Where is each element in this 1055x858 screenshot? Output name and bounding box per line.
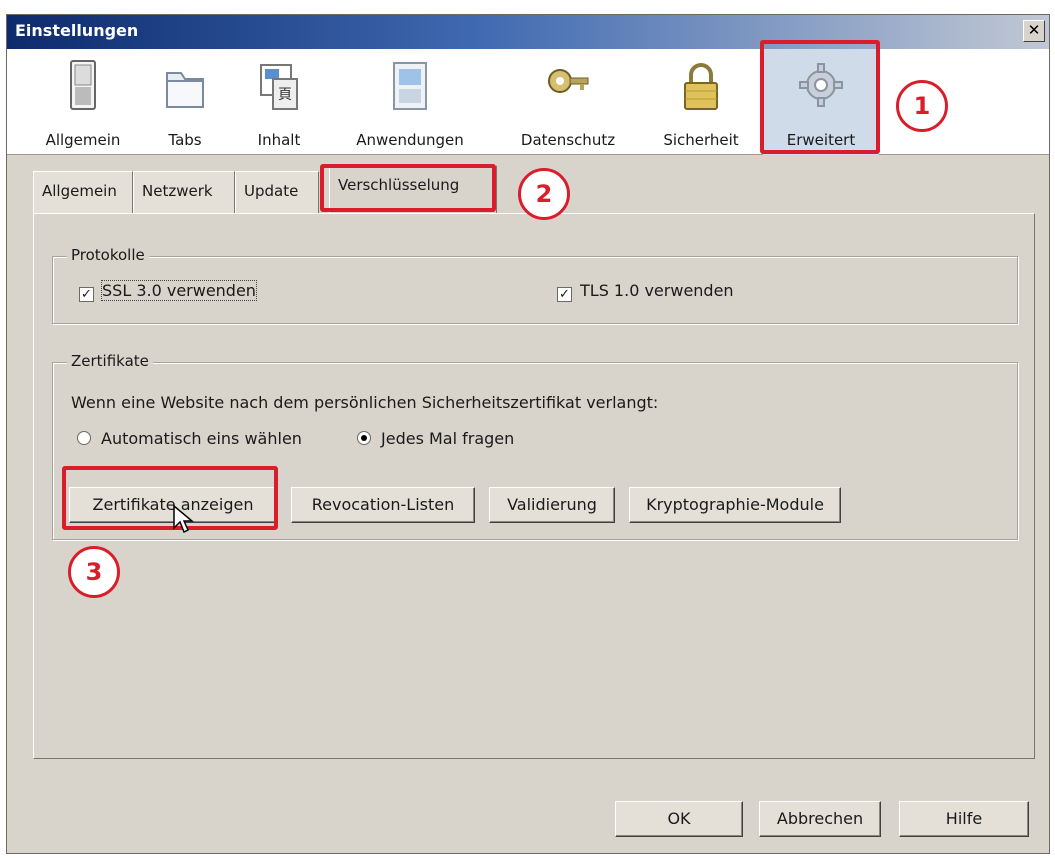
radio-auto-label: Automatisch eins wählen bbox=[101, 429, 302, 448]
step-marker-1: 1 bbox=[896, 80, 948, 132]
toolbar-item-anwendungen[interactable]: Anwendungen bbox=[345, 49, 475, 155]
content-icon: 頁 bbox=[260, 64, 298, 110]
crypto-modules-button[interactable]: Kryptographie-Module bbox=[629, 487, 841, 523]
window-title: Einstellungen bbox=[15, 21, 139, 40]
tab-allgemein[interactable]: Allgemein bbox=[33, 171, 133, 215]
certificates-legend: Zertifikate bbox=[67, 352, 153, 370]
key-icon bbox=[548, 69, 589, 93]
toolbar-item-datenschutz[interactable]: Datenschutz bbox=[509, 49, 627, 155]
svg-text:頁: 頁 bbox=[278, 87, 292, 103]
tab-update[interactable]: Update bbox=[235, 171, 319, 215]
cancel-button[interactable]: Abbrechen bbox=[759, 801, 881, 837]
highlight-box-erweitert bbox=[760, 40, 880, 154]
title-bar[interactable]: Einstellungen ✕ bbox=[7, 15, 1049, 49]
tls-label: TLS 1.0 verwenden bbox=[580, 281, 734, 300]
ssl-checkbox[interactable]: ✓ SSL 3.0 verwenden bbox=[79, 280, 257, 302]
radio-ask-every-time[interactable]: Jedes Mal fragen bbox=[357, 429, 514, 448]
step-marker-3: 3 bbox=[68, 546, 120, 598]
radio-ask-label: Jedes Mal fragen bbox=[381, 429, 515, 448]
toolbar-item-allgemein[interactable]: Allgemein bbox=[39, 49, 127, 155]
protocols-group: Protokolle ✓ SSL 3.0 verwenden ✓ TLS 1.0 v… bbox=[52, 246, 1018, 324]
toolbar-item-tabs[interactable]: Tabs bbox=[145, 49, 225, 155]
certificate-prompt: Wenn eine Website nach dem persönlichen … bbox=[71, 393, 659, 412]
validation-button[interactable]: Validierung bbox=[489, 487, 615, 523]
toolbar-item-sicherheit[interactable]: Sicherheit bbox=[649, 49, 753, 155]
switch-icon bbox=[70, 60, 96, 110]
radio-dot-selected bbox=[357, 431, 371, 445]
toolbar-label: Inhalt bbox=[257, 131, 301, 149]
toolbar-item-inhalt[interactable]: 頁 Inhalt bbox=[239, 49, 319, 155]
revocation-lists-button[interactable]: Revocation-Listen bbox=[291, 487, 475, 523]
tab-netzwerk[interactable]: Netzwerk bbox=[133, 171, 235, 215]
radio-dot bbox=[77, 431, 91, 445]
ssl-label: SSL 3.0 verwenden bbox=[101, 280, 257, 301]
step-marker-2: 2 bbox=[518, 168, 570, 220]
checkbox-box: ✓ bbox=[79, 287, 94, 302]
checkbox-box: ✓ bbox=[557, 287, 572, 302]
lock-icon bbox=[684, 63, 718, 110]
protocols-legend: Protokolle bbox=[67, 246, 149, 264]
tls-checkbox[interactable]: ✓ TLS 1.0 verwenden bbox=[557, 281, 734, 302]
toolbar-label: Allgemein bbox=[45, 131, 121, 149]
toolbar-label: Sicherheit bbox=[663, 131, 739, 149]
toolbar-label: Anwendungen bbox=[356, 131, 464, 149]
preferences-toolbar: Allgemein Tabs 頁 Inhalt Anwendungen Date… bbox=[7, 49, 1049, 155]
close-button[interactable]: ✕ bbox=[1023, 20, 1045, 42]
applications-icon bbox=[393, 62, 427, 110]
toolbar-label: Datenschutz bbox=[520, 131, 616, 149]
help-button[interactable]: Hilfe bbox=[899, 801, 1029, 837]
ok-button[interactable]: OK bbox=[615, 801, 743, 837]
highlight-box-certificates-button bbox=[62, 466, 278, 530]
folder-icon bbox=[166, 72, 204, 108]
toolbar-label: Tabs bbox=[168, 131, 202, 149]
highlight-box-verschluesselung bbox=[320, 164, 496, 212]
preferences-dialog: Einstellungen ✕ Allgemein Tabs 頁 Inhalt … bbox=[6, 14, 1050, 854]
radio-auto-select[interactable]: Automatisch eins wählen bbox=[77, 429, 302, 448]
mouse-cursor-icon bbox=[173, 504, 194, 534]
